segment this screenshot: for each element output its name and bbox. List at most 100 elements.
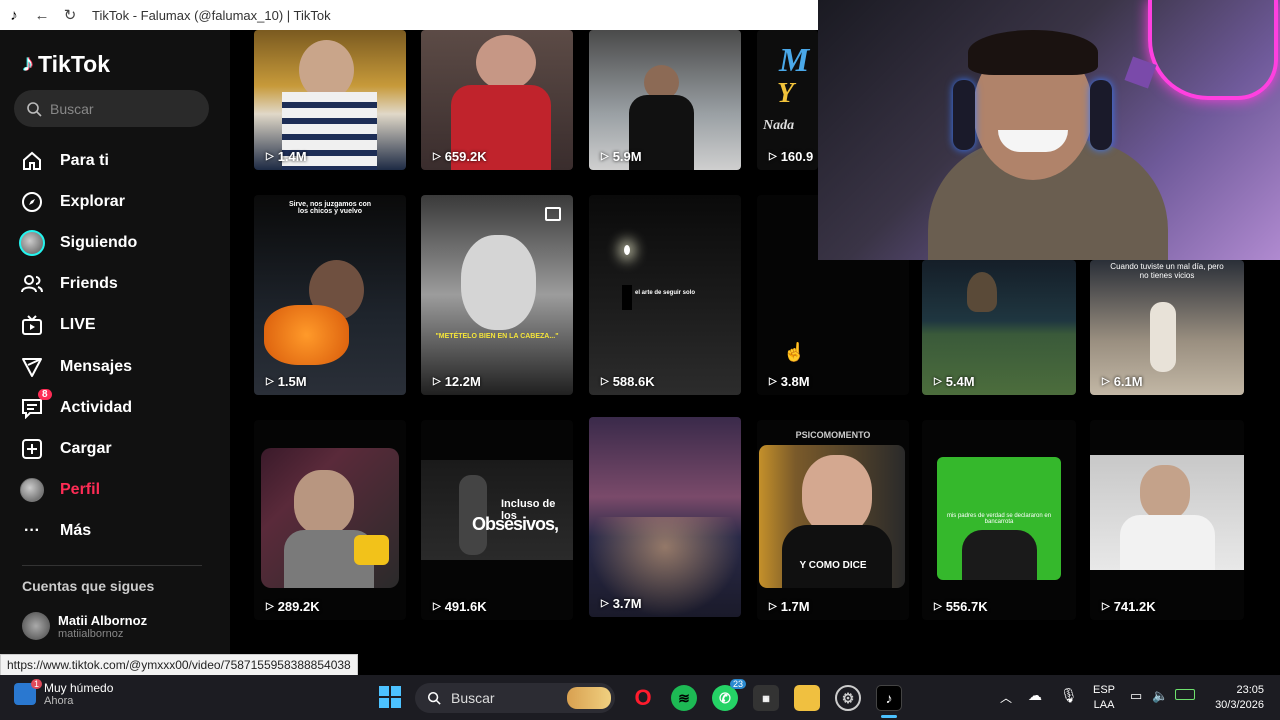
notification-badge: 8 <box>38 389 52 401</box>
view-count: ▷ 160.9 <box>769 149 814 164</box>
game-app-icon[interactable]: ▦ <box>753 685 779 711</box>
video-tile[interactable]: el arte de seguir solo ▷ 588.6K <box>589 195 741 395</box>
active-app-indicator <box>881 715 897 718</box>
nav-item-live[interactable]: LIVE <box>18 305 218 346</box>
avatar-icon <box>18 229 46 257</box>
nav-label: Siguiendo <box>60 233 138 251</box>
play-icon: ▷ <box>934 601 942 612</box>
steam-icon[interactable]: ⚙ <box>835 685 861 711</box>
nav-label: Mensajes <box>60 357 133 375</box>
weather-icon: 1 <box>14 679 42 705</box>
volume-icon[interactable]: 🔈 <box>1152 688 1168 704</box>
nav-item-para-ti[interactable]: Para ti <box>18 140 218 181</box>
compass-icon <box>18 188 46 216</box>
view-count: ▷ 491.6K <box>433 599 487 614</box>
video-tile[interactable]: ▷ 289.2K <box>254 420 406 620</box>
view-count: ▷ 5.4M <box>934 374 975 389</box>
video-caption: "METÉTELO BIEN EN LA CABEZA..." <box>435 333 559 340</box>
video-tile[interactable]: mis padres de verdad se declararon en ba… <box>922 420 1076 620</box>
nav-label: Explorar <box>60 192 125 210</box>
more-dots-icon: ··· <box>24 522 40 540</box>
weather-badge: 1 <box>30 679 42 689</box>
back-arrow-icon[interactable]: ← <box>28 7 56 24</box>
account-avatar <box>22 612 50 640</box>
video-tile[interactable]: Incluso de los Obsesivos, ▷ 491.6K <box>421 420 573 620</box>
search-input[interactable]: Buscar <box>14 90 209 127</box>
video-tile[interactable]: ▷ 5.9M <box>589 30 741 170</box>
windows-start-icon[interactable] <box>379 686 401 708</box>
view-count: ▷ 3.7M <box>601 596 642 611</box>
video-tile[interactable]: M Y Nada ▷ 160.9 <box>757 30 818 170</box>
windows-taskbar: 1 Muy húmedo Ahora Buscar O ≋ ✆ 23 ▦ ⚙ ♪… <box>0 675 1280 720</box>
reload-icon[interactable]: ↻ <box>56 6 84 24</box>
battery-icon[interactable] <box>1175 689 1195 700</box>
video-tile[interactable]: ▷ 3.7M <box>589 417 741 617</box>
video-caption: Obsesivos, <box>471 514 559 534</box>
nav-item-mensajes[interactable]: Mensajes <box>18 346 218 387</box>
language-indicator[interactable]: ESP LAA <box>1093 683 1115 713</box>
video-caption: Sirve, nos juzgamos con los chicos y vue… <box>288 201 372 215</box>
view-count: ▷ 741.2K <box>1102 599 1156 614</box>
network-icon[interactable]: ▭ <box>1130 688 1142 704</box>
video-tile[interactable]: Cuando tuviste un mal día, pero no tiene… <box>1090 260 1244 395</box>
tiktok-favicon-icon: ♪ <box>10 6 18 24</box>
live-tv-icon <box>18 311 46 339</box>
chevron-up-icon[interactable]: ︿ <box>1000 689 1012 706</box>
video-tile[interactable]: Sirve, nos juzgamos con los chicos y vue… <box>254 195 406 395</box>
whatsapp-icon[interactable]: ✆ 23 <box>712 679 746 711</box>
nav-item-cargar[interactable]: Cargar <box>18 428 218 469</box>
play-icon: ▷ <box>601 376 609 387</box>
video-tile[interactable]: ▷ 1.4M <box>254 30 406 170</box>
video-caption: M <box>779 42 810 79</box>
taskbar-search[interactable]: Buscar <box>415 683 615 713</box>
video-caption: el arte de seguir solo <box>634 290 696 296</box>
cloud-status-icon[interactable]: ☁ <box>1028 687 1042 704</box>
tiktok-app-icon[interactable]: ♪ <box>876 685 902 711</box>
play-icon: ▷ <box>1102 601 1110 612</box>
search-icon <box>427 691 441 705</box>
nav-item-siguiendo[interactable]: Siguiendo <box>18 222 218 263</box>
play-icon: ▷ <box>433 376 441 387</box>
photo-carousel-icon <box>545 207 561 221</box>
nav-item-mas[interactable]: ··· Más <box>18 511 218 552</box>
video-caption: Y COMO DICE <box>799 560 867 571</box>
play-icon: ▷ <box>934 376 942 387</box>
nav-item-explorar[interactable]: Explorar <box>18 181 218 222</box>
spotify-icon[interactable]: ≋ <box>671 685 697 711</box>
video-tile[interactable]: ▷ 659.2K <box>421 30 573 170</box>
weather-widget[interactable]: 1 Muy húmedo Ahora <box>14 679 114 707</box>
microphone-icon[interactable]: 🎙 <box>1060 687 1078 704</box>
keyboard-layout: LAA <box>1093 699 1115 711</box>
tiktok-note-icon: ♪ <box>22 50 34 77</box>
search-highlight-icon <box>567 687 611 709</box>
play-icon: ▷ <box>266 601 274 612</box>
weather-title: Muy húmedo <box>44 681 114 695</box>
play-icon: ▷ <box>433 151 441 162</box>
link-preview-url: https://www.tiktok.com/@ymxxx00/video/75… <box>0 654 358 676</box>
video-caption: mis padres de verdad se declararon en ba… <box>946 513 1052 525</box>
nav-item-actividad[interactable]: 8 Actividad <box>18 387 218 428</box>
upload-plus-icon <box>18 435 46 463</box>
search-placeholder: Buscar <box>50 100 94 117</box>
tiktok-logo[interactable]: ♪ TikTok <box>22 50 110 78</box>
nav-item-friends[interactable]: Friends <box>18 264 218 305</box>
following-account[interactable]: Matii Albornoz matiialbornoz <box>22 612 147 640</box>
video-tile[interactable]: ▷ 741.2K <box>1090 420 1244 620</box>
nav-menu: Para ti Explorar Siguiendo Friends LIVE … <box>18 140 218 552</box>
nav-label: Perfil <box>60 481 101 499</box>
clock[interactable]: 23:05 30/3/2026 <box>1206 683 1264 713</box>
video-tile[interactable]: ▷ 5.4M <box>922 260 1076 395</box>
webcam-overlay <box>818 0 1280 260</box>
sidebar-divider <box>22 565 202 566</box>
video-tile[interactable]: "METÉTELO BIEN EN LA CABEZA..." ▷ 12.2M <box>421 195 573 395</box>
play-icon: ▷ <box>1102 376 1110 387</box>
weather-subtitle: Ahora <box>44 695 74 707</box>
nav-item-perfil[interactable]: Perfil <box>18 470 218 511</box>
file-explorer-icon[interactable] <box>794 685 820 711</box>
search-icon <box>27 101 42 117</box>
play-icon: ▷ <box>433 601 441 612</box>
video-caption: Cuando tuviste un mal día, pero no tiene… <box>1110 262 1224 280</box>
view-count: ▷ 1.7M <box>769 599 810 614</box>
video-tile[interactable]: PSICOMOMENTO Y COMO DICE ▷ 1.7M <box>757 420 909 620</box>
opera-icon[interactable]: O <box>630 685 656 711</box>
